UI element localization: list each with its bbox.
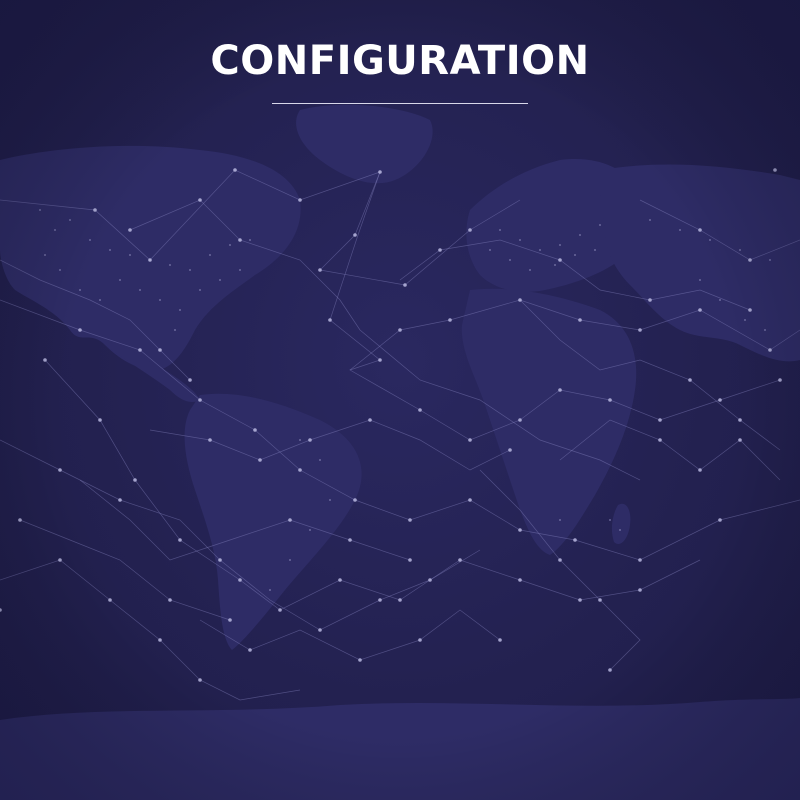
world-network-map <box>0 0 800 800</box>
title-underline <box>272 103 528 104</box>
page-title: CONFIGURATION <box>210 38 590 84</box>
configuration-screen: CONFIGURATION <box>0 0 800 800</box>
